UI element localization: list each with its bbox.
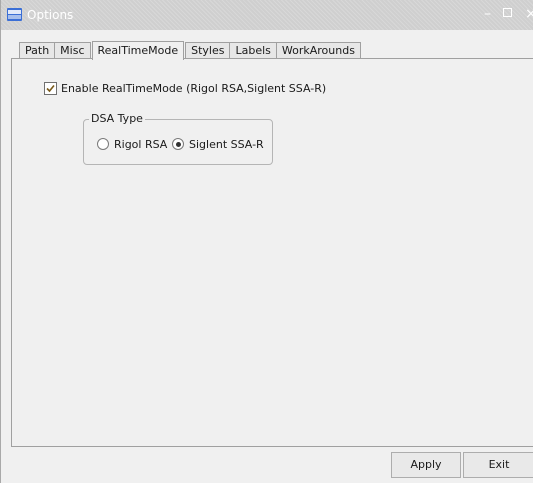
options-window: Options – × Path Misc RealTimeMode Style…	[0, 0, 533, 483]
dsa-type-title: DSA Type	[89, 112, 145, 125]
enable-realtime-checkbox[interactable]	[44, 81, 57, 95]
tab-bar: Path Misc RealTimeMode Styles Labels Wor…	[19, 41, 361, 60]
tab-realtimemode[interactable]: RealTimeMode	[91, 41, 185, 60]
tab-styles[interactable]: Styles	[185, 42, 231, 59]
enable-realtime-label: Enable RealTimeMode (Rigol RSA,Siglent S…	[61, 81, 327, 95]
minimize-icon[interactable]: –	[484, 6, 491, 22]
radio-rigol-rsa-label: Rigol RSA	[114, 137, 168, 151]
radio-rigol-rsa-icon[interactable]	[97, 138, 109, 150]
tab-workarounds[interactable]: WorkArounds	[275, 42, 361, 59]
app-logo-icon	[7, 8, 22, 21]
radio-siglent-ssa-r[interactable]: Siglent SSA-R	[172, 137, 264, 151]
title-bar[interactable]: Options – ×	[1, 0, 533, 30]
enable-realtime-row[interactable]: Enable RealTimeMode (Rigol RSA,Siglent S…	[44, 80, 326, 96]
window-title: Options	[27, 8, 74, 22]
tab-path[interactable]: Path	[19, 42, 56, 59]
radio-siglent-ssa-r-icon[interactable]	[172, 138, 184, 150]
tab-labels[interactable]: Labels	[229, 42, 277, 59]
tab-misc[interactable]: Misc	[54, 42, 91, 59]
radio-rigol-rsa[interactable]: Rigol RSA	[97, 137, 167, 151]
exit-button[interactable]: Exit	[463, 452, 533, 478]
close-icon[interactable]: ×	[525, 6, 533, 22]
maximize-icon[interactable]	[503, 8, 512, 17]
radio-siglent-ssa-r-label: Siglent SSA-R	[189, 137, 264, 151]
apply-button[interactable]: Apply	[391, 452, 461, 478]
